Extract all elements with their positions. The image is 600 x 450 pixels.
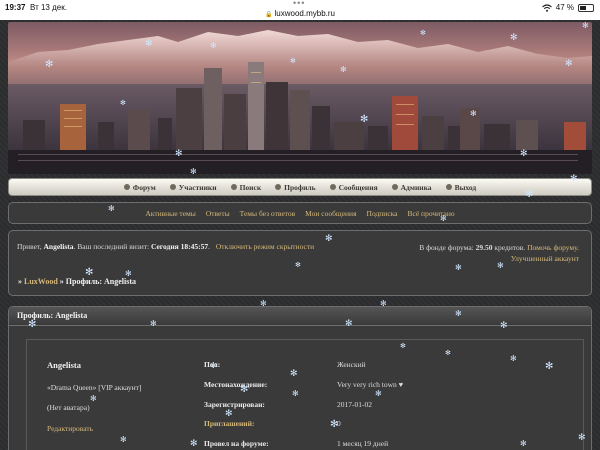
hidden-mode-link[interactable]: Отключить режим скрытности: [216, 242, 314, 251]
fund-amount: 29.50: [475, 243, 493, 252]
lock-icon: 🔒: [265, 12, 273, 18]
breadcrumb-prefix: »: [18, 277, 22, 286]
profile-details: Angelista «Drama Queen» [VIP аккаунт] (Н…: [26, 339, 584, 450]
help-forum-link[interactable]: Помочь форуму.: [527, 243, 579, 252]
profile-panel: Профиль: Angelista Angelista «Drama Quee…: [8, 306, 592, 450]
quick-link[interactable]: Всё прочитано: [408, 209, 455, 218]
profile-field-label: Пол:: [204, 360, 221, 369]
breadcrumb: » LuxWood » Профиль: Angelista: [18, 277, 136, 286]
nav-item[interactable]: Форум: [123, 182, 156, 192]
welcome-panel: Привет, Angelista. Ваш последний визит: …: [8, 230, 592, 296]
bullet-icon: [169, 184, 176, 190]
profile-field-value: Very very rich town ♥: [337, 380, 404, 389]
profile-name: Angelista: [47, 360, 81, 370]
last-visit-label: . Ваш последний визит:: [73, 242, 150, 251]
profile-rank: «Drama Queen» [VIP аккаунт]: [47, 383, 142, 392]
quick-links-bar: Активные темы Ответы Темы без ответов Мои с…: [8, 202, 592, 224]
quick-link[interactable]: Мои сообщения: [305, 209, 356, 218]
nav-item[interactable]: Админка: [391, 182, 432, 192]
fund-prefix: В фонде форума:: [419, 243, 474, 252]
profile-field-label: Местонахождение:: [204, 380, 268, 389]
nav-item-label: Поиск: [239, 182, 262, 192]
battery-icon: [578, 3, 594, 12]
profile-field-value: 1 месяц 19 дней: [337, 439, 389, 448]
quick-link[interactable]: Подписка: [367, 209, 398, 218]
quick-link[interactable]: Активные темы: [145, 209, 195, 218]
breadcrumb-separator: »: [59, 277, 64, 286]
bullet-icon: [230, 184, 237, 190]
fund-info: В фонде форума: 29.50 кредитов. Помочь ф…: [419, 242, 579, 264]
profile-field-value: 0: [337, 419, 341, 428]
welcome-username[interactable]: Angelista: [43, 242, 73, 251]
city-skyline-image: [8, 30, 592, 174]
nav-item-label: Сообщения: [338, 182, 378, 192]
bullet-icon: [123, 184, 130, 190]
profile-avatar-placeholder: (Нет аватара): [47, 403, 90, 412]
nav-item-label: Участники: [178, 182, 217, 192]
quick-link[interactable]: Ответы: [206, 209, 230, 218]
status-right: 47 %: [541, 3, 594, 12]
bullet-icon: [275, 184, 282, 190]
nav-item-label: Форум: [132, 182, 156, 192]
nav-item-label: Админка: [400, 182, 432, 192]
premium-account-link[interactable]: Улучшенный аккаунт: [419, 253, 579, 264]
nav-item[interactable]: Сообщения: [329, 182, 378, 192]
battery-percent: 47 %: [555, 3, 574, 12]
last-visit-value: Сегодня 18:45:57: [150, 242, 209, 251]
profile-field-value: Женский: [337, 360, 366, 369]
profile-field-label: Провел на форуме:: [204, 439, 269, 448]
nav-item[interactable]: Поиск: [230, 182, 262, 192]
more-dots-icon[interactable]: •••: [293, 0, 305, 8]
bullet-icon: [391, 184, 398, 190]
quick-link[interactable]: Темы без ответов: [240, 209, 296, 218]
welcome-text: Привет, Angelista. Ваш последний визит: …: [17, 242, 315, 251]
address-bar[interactable]: 🔒 luxwood.mybb.ru: [0, 9, 600, 18]
main-navbar: Форум Участники Поиск Профиль Сообщения Админ…: [8, 178, 592, 196]
profile-header: Профиль: Angelista: [9, 307, 591, 326]
bullet-icon: [445, 184, 452, 190]
wifi-icon: [541, 3, 552, 12]
greeting-text: Привет,: [17, 242, 42, 251]
nav-item-label: Профиль: [284, 182, 316, 192]
fund-suffix: кредитов.: [494, 243, 526, 252]
profile-field-value: 2017-01-02: [337, 400, 372, 409]
status-bar: 19:37 Вт 13 дек. ••• 🔒 luxwood.mybb.ru 47…: [0, 0, 600, 20]
nav-item[interactable]: Участники: [169, 182, 217, 192]
nav-item-label: Выход: [454, 182, 477, 192]
profile-field-label[interactable]: Приглашений:: [204, 419, 254, 428]
breadcrumb-current: Профиль: Angelista: [65, 277, 136, 286]
nav-item[interactable]: Выход: [445, 182, 477, 192]
nav-item[interactable]: Профиль: [275, 182, 316, 192]
address-url: luxwood.mybb.ru: [274, 9, 335, 18]
header-banner: [8, 22, 592, 174]
profile-field-label: Зарегистрирован:: [204, 400, 265, 409]
bullet-icon: [329, 184, 336, 190]
battery-fill: [580, 5, 586, 10]
breadcrumb-forum-link[interactable]: LuxWood: [24, 277, 58, 286]
edit-profile-link[interactable]: Редактировать: [47, 424, 93, 433]
